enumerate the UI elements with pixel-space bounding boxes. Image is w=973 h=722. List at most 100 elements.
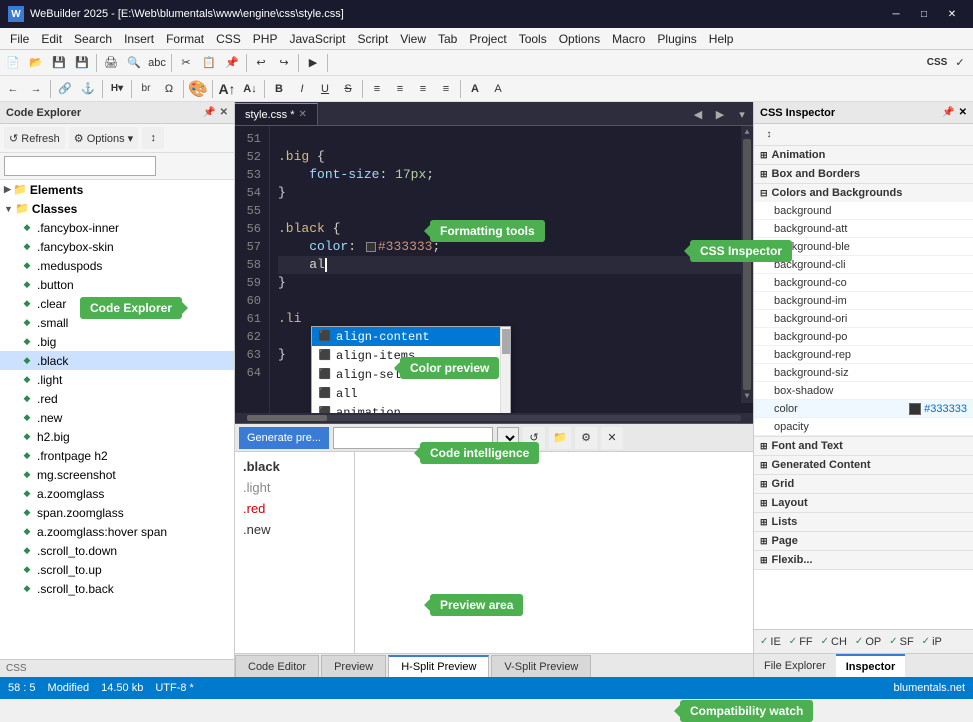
run-btn[interactable]: ▶ <box>302 52 324 74</box>
refresh-preview-btn[interactable]: ↺ <box>523 427 545 449</box>
font-color-btn[interactable]: A <box>464 78 486 100</box>
menu-plugins[interactable]: Plugins <box>651 30 702 48</box>
menu-search[interactable]: Search <box>68 30 118 48</box>
ac-item-align-self[interactable]: ⬛ align-self <box>312 365 510 384</box>
validate-btn[interactable]: ✓ <box>949 52 971 74</box>
menu-javascript[interactable]: JavaScript <box>283 30 351 48</box>
tree-item[interactable]: ◆ .small <box>0 313 234 332</box>
scroll-up-btn[interactable]: ▲ <box>745 126 750 137</box>
minimize-button[interactable]: ─ <box>883 4 909 24</box>
ac-scrollbar[interactable] <box>500 327 510 413</box>
align-right-btn[interactable]: ≡ <box>412 78 434 100</box>
tree-item-zoomglass[interactable]: ◆ a.zoomglass <box>0 484 234 503</box>
align-justify-btn[interactable]: ≡ <box>435 78 457 100</box>
find-btn[interactable]: 🔍 <box>123 52 145 74</box>
preview-class-black[interactable]: .black <box>239 456 350 477</box>
menu-project[interactable]: Project <box>463 30 512 48</box>
align-left-btn[interactable]: ≡ <box>366 78 388 100</box>
generate-preview-btn[interactable]: Generate pre... <box>239 427 329 449</box>
menu-options[interactable]: Options <box>553 30 606 48</box>
tab-menu-btn[interactable]: ▾ <box>731 103 753 125</box>
inspector-tab-file-explorer[interactable]: File Explorer <box>754 654 836 678</box>
menu-file[interactable]: File <box>4 30 35 48</box>
h-scrollbar-track[interactable] <box>247 415 741 421</box>
bg-color-btn[interactable]: A <box>487 78 509 100</box>
tree-item-red[interactable]: ◆ .red <box>0 389 234 408</box>
tree-item-clear[interactable]: ◆ .clear <box>0 294 234 313</box>
ac-item-align-content[interactable]: ⬛ align-content <box>312 327 510 346</box>
inspector-pin-btn[interactable]: 📌 <box>942 107 954 118</box>
tree-item-light[interactable]: ◆ .light <box>0 370 234 389</box>
section-box-borders-header[interactable]: ⊞ Box and Borders <box>754 165 973 183</box>
menu-script[interactable]: Script <box>352 30 395 48</box>
ac-item-animation[interactable]: ⬛ animation <box>312 403 510 413</box>
code-editor[interactable]: 5152535455565758596061626364 .big { font… <box>235 126 753 413</box>
prop-box-shadow[interactable]: box-shadow <box>754 382 973 400</box>
link-btn[interactable]: 🔗 <box>54 78 76 100</box>
br-btn[interactable]: br <box>135 78 157 100</box>
cut-btn[interactable]: ✂ <box>175 52 197 74</box>
section-generated-content-header[interactable]: ⊞ Generated Content <box>754 456 973 474</box>
ac-item-align-items[interactable]: ⬛ align-items <box>312 346 510 365</box>
ac-item-all[interactable]: ⬛ all <box>312 384 510 403</box>
tree-item[interactable]: ◆ .meduspods <box>0 256 234 275</box>
sort-btn[interactable]: ↕ <box>142 127 164 149</box>
prop-opacity[interactable]: opacity <box>754 418 973 436</box>
options-btn[interactable]: ⚙ Options ▾ <box>69 127 138 149</box>
tree-item-frontpage[interactable]: ◆ .frontpage h2 <box>0 446 234 465</box>
prop-color[interactable]: color #333333 <box>754 400 973 418</box>
prop-background-siz[interactable]: background-siz <box>754 364 973 382</box>
tab-h-split-preview[interactable]: H-Split Preview <box>388 655 489 677</box>
prop-background-ori[interactable]: background-ori <box>754 310 973 328</box>
menu-insert[interactable]: Insert <box>118 30 160 48</box>
scroll-down-btn[interactable]: ▼ <box>745 392 750 403</box>
h-scrollbar-thumb[interactable] <box>247 415 327 421</box>
menu-tools[interactable]: Tools <box>513 30 553 48</box>
settings-btn[interactable]: ⚙ <box>575 427 597 449</box>
tree-item[interactable]: ◆ .big <box>0 332 234 351</box>
menu-edit[interactable]: Edit <box>35 30 68 48</box>
new-btn[interactable]: 📄 <box>2 52 24 74</box>
close-button[interactable]: ✕ <box>939 4 965 24</box>
v-scrollbar[interactable]: ▲ ▼ <box>741 126 753 403</box>
nav-back-btn[interactable]: ← <box>2 78 24 100</box>
autocomplete-dropdown[interactable]: ⬛ align-content ⬛ align-items ⬛ align-se… <box>311 326 511 413</box>
close-preview-btn[interactable]: ✕ <box>601 427 623 449</box>
scrollbar-thumb[interactable] <box>743 139 751 390</box>
bold-btn[interactable]: B <box>268 78 290 100</box>
paste-btn[interactable]: 📌 <box>221 52 243 74</box>
align-center-btn[interactable]: ≡ <box>389 78 411 100</box>
explorer-close-btn[interactable]: ✕ <box>220 107 228 118</box>
tab-style-css[interactable]: style.css * ✕ <box>235 103 318 125</box>
tree-item[interactable]: ◆ .button <box>0 275 234 294</box>
preview-select[interactable] <box>497 427 519 449</box>
tree-item[interactable]: ◆ .fancybox-skin <box>0 237 234 256</box>
strikethrough-btn[interactable]: S <box>337 78 359 100</box>
tab-v-split-preview[interactable]: V-Split Preview <box>491 655 591 677</box>
css-btn[interactable]: CSS <box>926 52 948 74</box>
tree-folder-classes[interactable]: ▼ 📁 Classes <box>0 199 234 218</box>
tab-scroll-right[interactable]: ▶ <box>709 103 731 125</box>
save-btn[interactable]: 💾 <box>48 52 70 74</box>
tree-item-screenshot[interactable]: ◆ mg.screenshot <box>0 465 234 484</box>
open-btn[interactable]: 📂 <box>25 52 47 74</box>
print-btn[interactable]: 🖨 <box>100 52 122 74</box>
font-size-inc-btn[interactable]: A↑ <box>216 78 238 100</box>
inspector-sort-btn[interactable]: ↕ <box>758 124 780 146</box>
section-flexib-header[interactable]: ⊞ Flexib... <box>754 551 973 569</box>
preview-class-new[interactable]: .new <box>239 519 350 540</box>
preview-input[interactable] <box>333 427 493 449</box>
tab-preview[interactable]: Preview <box>321 655 386 677</box>
prop-background-cli[interactable]: background-cli <box>754 256 973 274</box>
save-all-btn[interactable]: 💾 <box>71 52 93 74</box>
menu-php[interactable]: PHP <box>247 30 284 48</box>
tree-item-spanzoomglass[interactable]: ◆ span.zoomglass <box>0 503 234 522</box>
prop-background[interactable]: background <box>754 202 973 220</box>
section-colors-bg-header[interactable]: ⊟ Colors and Backgrounds <box>754 184 973 202</box>
tree-item-black[interactable]: ◆ .black <box>0 351 234 370</box>
prop-background-po[interactable]: background-po <box>754 328 973 346</box>
redo-btn[interactable]: ↪ <box>273 52 295 74</box>
menu-tab[interactable]: Tab <box>432 30 463 48</box>
copy-btn[interactable]: 📋 <box>198 52 220 74</box>
preview-class-red[interactable]: .red <box>239 498 350 519</box>
